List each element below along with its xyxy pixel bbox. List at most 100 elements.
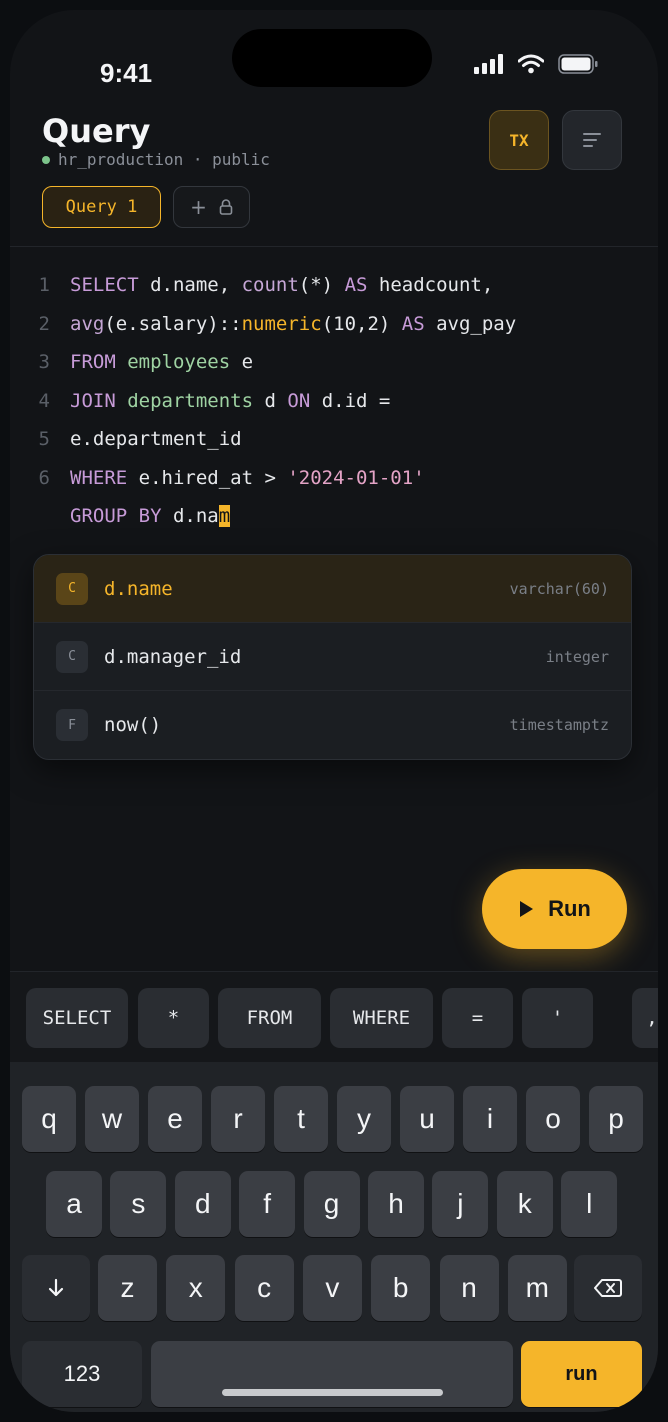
- key-g[interactable]: g: [303, 1171, 360, 1237]
- phone-screen: 9:41 Query hr_production · public TX Que…: [10, 10, 658, 1412]
- suggestion-chip[interactable]: WHERE: [330, 988, 433, 1048]
- connection-info: hr_production · public: [42, 150, 270, 169]
- key-x[interactable]: x: [166, 1255, 226, 1321]
- keyboard-area: SELECT * FROM WHERE = ', qwertyuiop asdfghjkl z…: [10, 971, 658, 1412]
- code-text: JOIN departments d ON d.id =: [70, 382, 390, 421]
- suggestion-chip[interactable]: ': [522, 988, 593, 1048]
- code-token: numeric: [241, 312, 322, 335]
- code-token: departments: [127, 389, 254, 412]
- key-f[interactable]: f: [239, 1171, 296, 1237]
- code-line: GROUP BY d.nam: [10, 497, 658, 536]
- key-c[interactable]: c: [234, 1255, 294, 1321]
- key-s[interactable]: s: [110, 1171, 167, 1237]
- code-token: AS: [344, 274, 368, 296]
- run-button[interactable]: Run: [482, 869, 627, 949]
- code-token: WHERE: [70, 466, 128, 489]
- key-m[interactable]: m: [507, 1255, 567, 1321]
- code-token: e.department_id: [70, 428, 242, 450]
- code-token: (10,2): [321, 312, 402, 335]
- column-badge-icon: C: [56, 572, 88, 605]
- tab-query-1[interactable]: Query 1: [42, 186, 161, 228]
- autocomplete-item-type: integer: [545, 647, 609, 666]
- code-token: GROUP BY: [70, 505, 162, 527]
- keyboard: q w e r t y u i o p a s d f g h j k l z x c v b n m 123 run: [10, 1062, 658, 1412]
- key-o[interactable]: o: [526, 1086, 580, 1152]
- key-r[interactable]: r: [211, 1086, 265, 1152]
- home-indicator: [222, 1389, 443, 1396]
- suggestion-chip[interactable]: =: [442, 988, 513, 1048]
- function-badge-icon: F: [56, 709, 88, 741]
- suggestion-chip[interactable]: SELECT: [26, 988, 128, 1048]
- line-number: 2: [38, 312, 50, 335]
- autocomplete-item-name: d.name: [104, 577, 173, 600]
- menu-button[interactable]: [562, 110, 622, 170]
- code-token: avg_pay: [424, 312, 517, 335]
- backspace-key[interactable]: [574, 1255, 642, 1321]
- suggestion-chip[interactable]: ,: [632, 988, 658, 1048]
- code-token: d.name,: [138, 274, 242, 296]
- key-n[interactable]: n: [439, 1255, 499, 1321]
- key-u[interactable]: u: [400, 1086, 454, 1152]
- autocomplete-popup: Cd.name varchar(60) Cd.manager_id integer Fn…: [33, 554, 632, 760]
- code-token: FROM: [70, 351, 116, 373]
- code-text: SELECT d.name, count(*) AS headcount,: [70, 266, 493, 305]
- key-v[interactable]: v: [302, 1255, 362, 1321]
- autocomplete-item[interactable]: Cd.manager_id integer: [34, 623, 631, 691]
- line-number: [10, 497, 70, 536]
- code-token: (e.salary)::: [104, 312, 242, 335]
- code-line: 5 e.department_id: [10, 420, 658, 459]
- page-title: Query: [42, 112, 151, 150]
- autocomplete-item[interactable]: Cd.name varchar(60): [34, 555, 631, 623]
- key-q[interactable]: q: [22, 1086, 76, 1152]
- key-l[interactable]: l: [561, 1171, 618, 1237]
- sql-suggestion-bar: SELECT * FROM WHERE = ',: [10, 988, 658, 1048]
- status-icons: [474, 54, 598, 74]
- key-h[interactable]: h: [368, 1171, 424, 1237]
- status-time: 9:41: [100, 58, 153, 88]
- key-p[interactable]: p: [589, 1086, 643, 1152]
- key-d[interactable]: d: [174, 1171, 231, 1237]
- suggestion-chip[interactable]: *: [138, 988, 209, 1048]
- key-b[interactable]: b: [371, 1255, 431, 1321]
- code-token: JOIN: [70, 389, 116, 412]
- key-j[interactable]: j: [432, 1171, 489, 1237]
- code-text: e.department_id: [70, 420, 242, 459]
- down-arrow-icon: [48, 1278, 64, 1297]
- key-k[interactable]: k: [496, 1171, 553, 1237]
- numbers-key[interactable]: 123: [22, 1341, 142, 1407]
- suggestion-chip[interactable]: FROM: [218, 988, 321, 1048]
- key-w[interactable]: w: [85, 1086, 139, 1152]
- code-token: employees: [127, 351, 231, 373]
- code-token: SELECT: [70, 274, 139, 296]
- key-i[interactable]: i: [463, 1086, 517, 1152]
- autocomplete-item[interactable]: Fnow() timestamptz: [34, 691, 631, 759]
- shift-key[interactable]: [22, 1255, 90, 1321]
- key-a[interactable]: a: [46, 1171, 102, 1237]
- new-tab-button[interactable]: +: [173, 186, 250, 228]
- autocomplete-item-name: now(): [104, 714, 162, 736]
- key-t[interactable]: t: [274, 1086, 328, 1152]
- battery-icon: [558, 54, 598, 74]
- code-token: avg: [70, 312, 105, 335]
- line-number: 6: [38, 466, 50, 489]
- transaction-button[interactable]: TX: [489, 110, 549, 170]
- code-token: d: [253, 389, 288, 412]
- code-line: 3 FROM employees e: [10, 343, 658, 382]
- code-token: d.id =: [310, 389, 391, 412]
- code-token: AS: [401, 312, 425, 335]
- code-token: d.na: [161, 505, 219, 527]
- code-line: 1 SELECT d.name, count(*) AS headcount,: [10, 266, 658, 305]
- space-key[interactable]: [151, 1341, 513, 1407]
- key-z[interactable]: z: [98, 1255, 157, 1321]
- wifi-icon: [518, 54, 544, 74]
- key-e[interactable]: e: [148, 1086, 202, 1152]
- backspace-icon: [594, 1279, 622, 1297]
- sql-editor[interactable]: 1 SELECT d.name, count(*) AS headcount, 2 a…: [10, 266, 658, 536]
- dynamic-island: [232, 29, 432, 87]
- connection-status-dot: [42, 155, 50, 164]
- line-number: 4: [38, 389, 50, 412]
- key-y[interactable]: y: [337, 1086, 391, 1152]
- autocomplete-item-name: d.manager_id: [104, 645, 242, 668]
- run-return-key[interactable]: run: [521, 1341, 642, 1407]
